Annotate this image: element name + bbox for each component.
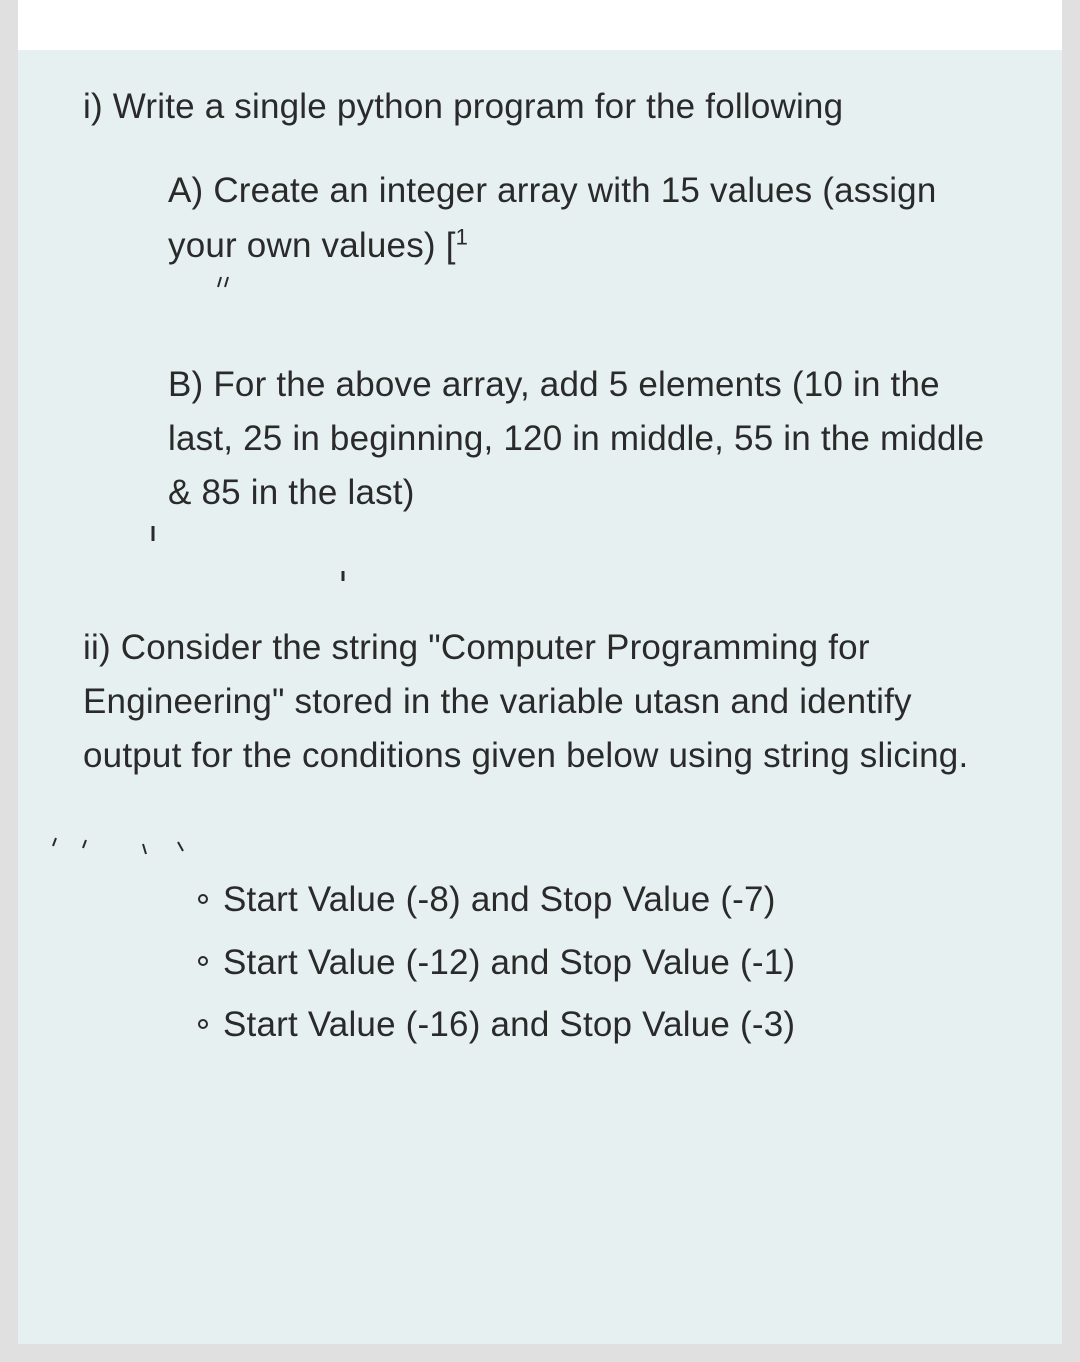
bullet-icon [198, 894, 208, 904]
question-1-subitems: A) Create an integer array with 15 value… [83, 164, 1012, 520]
question-1-part-b: B) For the above array, add 5 elements (… [168, 358, 1012, 521]
top-white-bar [18, 0, 1062, 50]
list-item-text: Start Value (-12) and Stop Value (-1) [223, 943, 795, 982]
scribble-mark-1 [123, 269, 303, 324]
scribble-mark-2 [768, 219, 918, 269]
bullet-icon [198, 1019, 208, 1029]
question-1-intro-text: i) Write a single python program for the… [83, 87, 843, 126]
part-a-text: A) Create an integer array with 15 value… [168, 171, 937, 264]
question-2-intro: ii) Consider the string "Computer Progra… [83, 621, 1012, 784]
question-2-intro-text: ii) Consider the string "Computer Progra… [83, 628, 968, 776]
list-item-text: Start Value (-16) and Stop Value (-3) [223, 1005, 795, 1044]
question-2-list: Start Value (-8) and Stop Value (-7) Sta… [83, 873, 1012, 1052]
question-1-intro: i) Write a single python program for the… [83, 80, 1012, 134]
part-a-superscript: 1 [456, 224, 468, 249]
list-item-text: Start Value (-8) and Stop Value (-7) [223, 880, 776, 919]
document-content: i) Write a single python program for the… [18, 80, 1062, 1052]
list-item: Start Value (-16) and Stop Value (-3) [198, 998, 1012, 1052]
document-frame: i) Write a single python program for the… [0, 0, 1080, 1362]
list-item: Start Value (-8) and Stop Value (-7) [198, 873, 1012, 927]
scribble-mark-3 [133, 516, 413, 586]
list-item: Start Value (-12) and Stop Value (-1) [198, 936, 1012, 990]
question-1-part-a: A) Create an integer array with 15 value… [168, 164, 1012, 273]
bullet-icon [198, 956, 208, 966]
part-b-text: B) For the above array, add 5 elements (… [168, 365, 984, 513]
